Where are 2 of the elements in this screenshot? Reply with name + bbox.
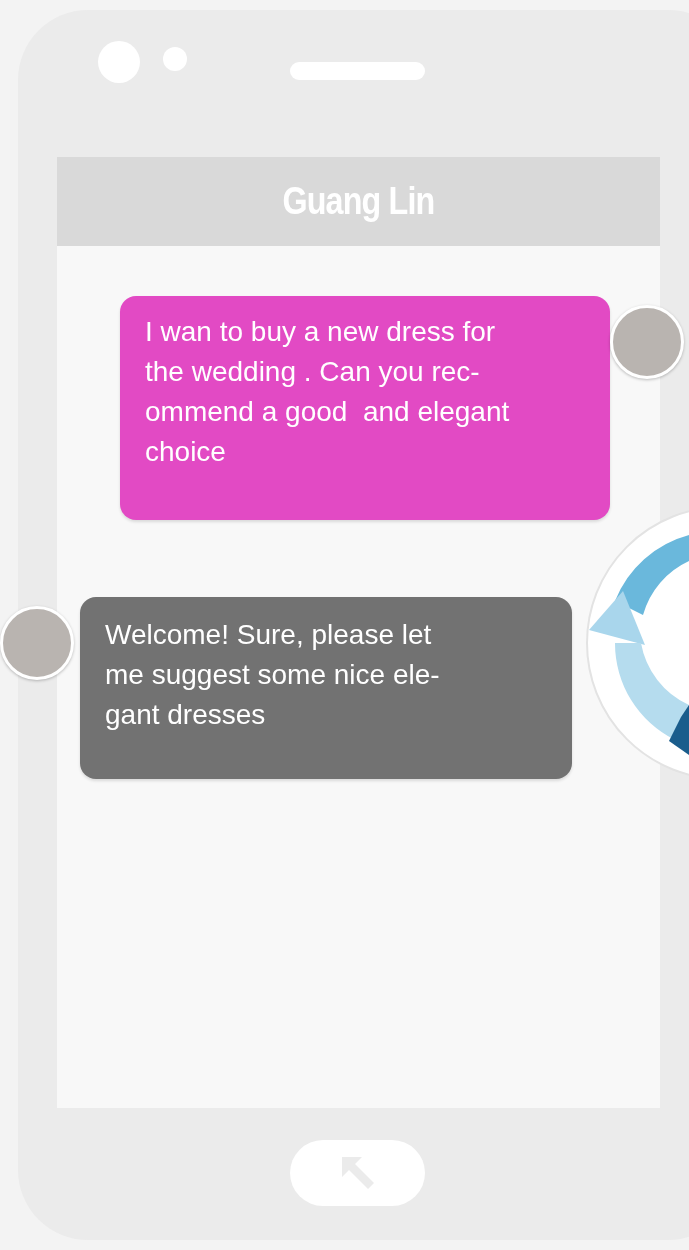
- message-bubble: Welcome! Sure, please let me suggest some nice ele- gant dresses: [80, 597, 572, 779]
- message-bubble: I wan to buy a new dress for the wedding . Can you rec- ommend a good and elegant choice: [120, 296, 610, 520]
